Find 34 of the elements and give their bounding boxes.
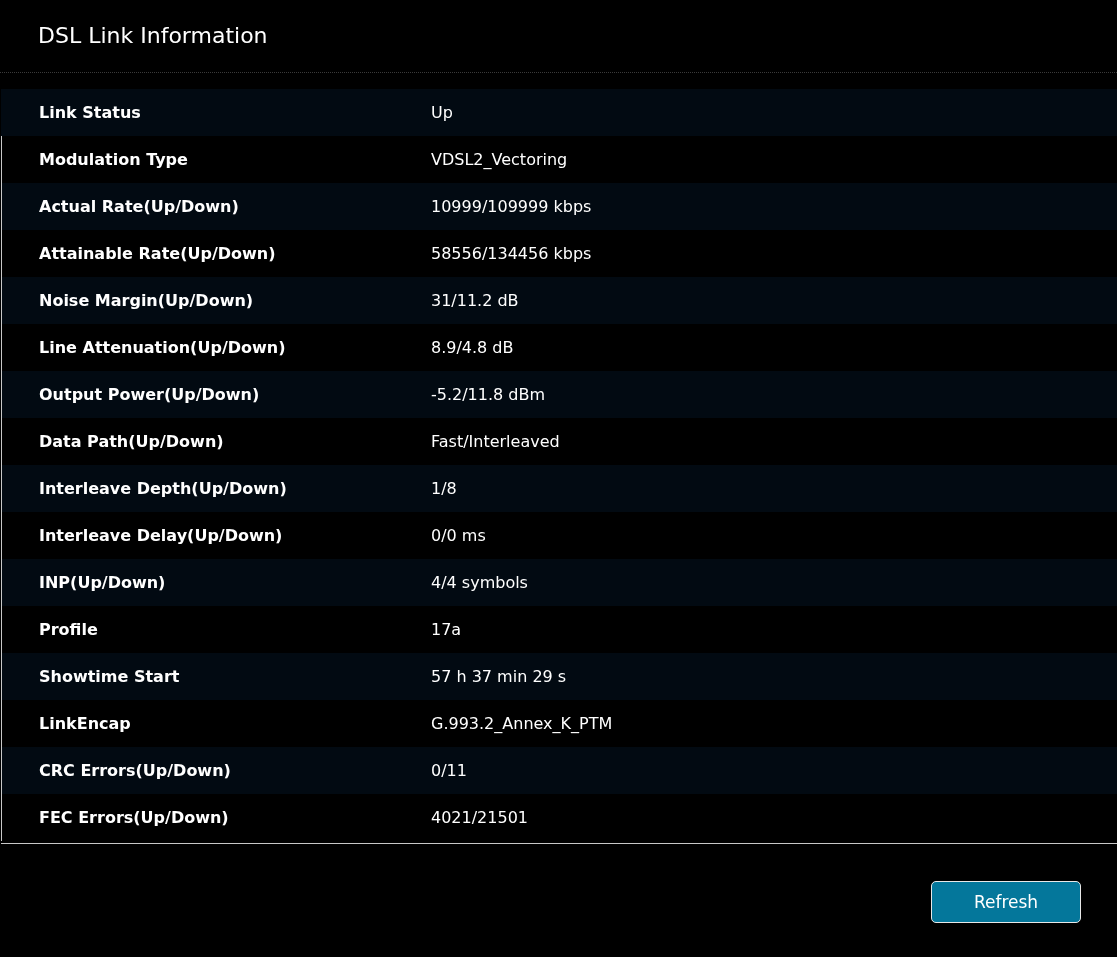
row-value: 10999/109999 kbps xyxy=(431,197,592,216)
row-label: Line Attenuation(Up/Down) xyxy=(38,338,287,357)
row-label: Modulation Type xyxy=(38,150,189,169)
row-value: 4/4 symbols xyxy=(431,573,528,592)
row-label: Output Power(Up/Down) xyxy=(38,385,261,404)
row-value: 17a xyxy=(431,620,462,639)
row-value: Fast/Interleaved xyxy=(431,432,560,451)
row-value: Up xyxy=(431,103,453,122)
row-value: 4021/21501 xyxy=(431,808,528,827)
row-label: Interleave Delay(Up/Down) xyxy=(38,526,284,545)
row-label: INP(Up/Down) xyxy=(38,573,167,592)
row-value: 8.9/4.8 dB xyxy=(431,338,514,357)
row-label: LinkEncap xyxy=(38,714,132,733)
page-title: DSL Link Information xyxy=(38,22,268,50)
row-label: Showtime Start xyxy=(38,667,181,686)
row-label: Attainable Rate(Up/Down) xyxy=(38,244,277,263)
row-value: -5.2/11.8 dBm xyxy=(431,385,546,404)
row-value: 31/11.2 dB xyxy=(431,291,519,310)
row-label: Actual Rate(Up/Down) xyxy=(38,197,240,216)
row-value: 58556/134456 kbps xyxy=(431,244,592,263)
row-label: CRC Errors(Up/Down) xyxy=(38,761,232,780)
refresh-button[interactable]: Refresh xyxy=(931,881,1081,923)
row-value: 1/8 xyxy=(431,479,457,498)
row-label: Noise Margin(Up/Down) xyxy=(38,291,255,310)
row-value: G.993.2_Annex_K_PTM xyxy=(431,714,613,733)
row-label: FEC Errors(Up/Down) xyxy=(38,808,230,827)
row-label: Profile xyxy=(38,620,99,639)
row-label: Data Path(Up/Down) xyxy=(38,432,225,451)
row-label: Link Status xyxy=(38,103,142,122)
row-value: 57 h 37 min 29 s xyxy=(431,667,567,686)
row-value: 0/0 ms xyxy=(431,526,486,545)
row-value: 0/11 xyxy=(431,761,467,780)
row-value: VDSL2_Vectoring xyxy=(431,150,568,169)
row-label: Interleave Depth(Up/Down) xyxy=(38,479,288,498)
